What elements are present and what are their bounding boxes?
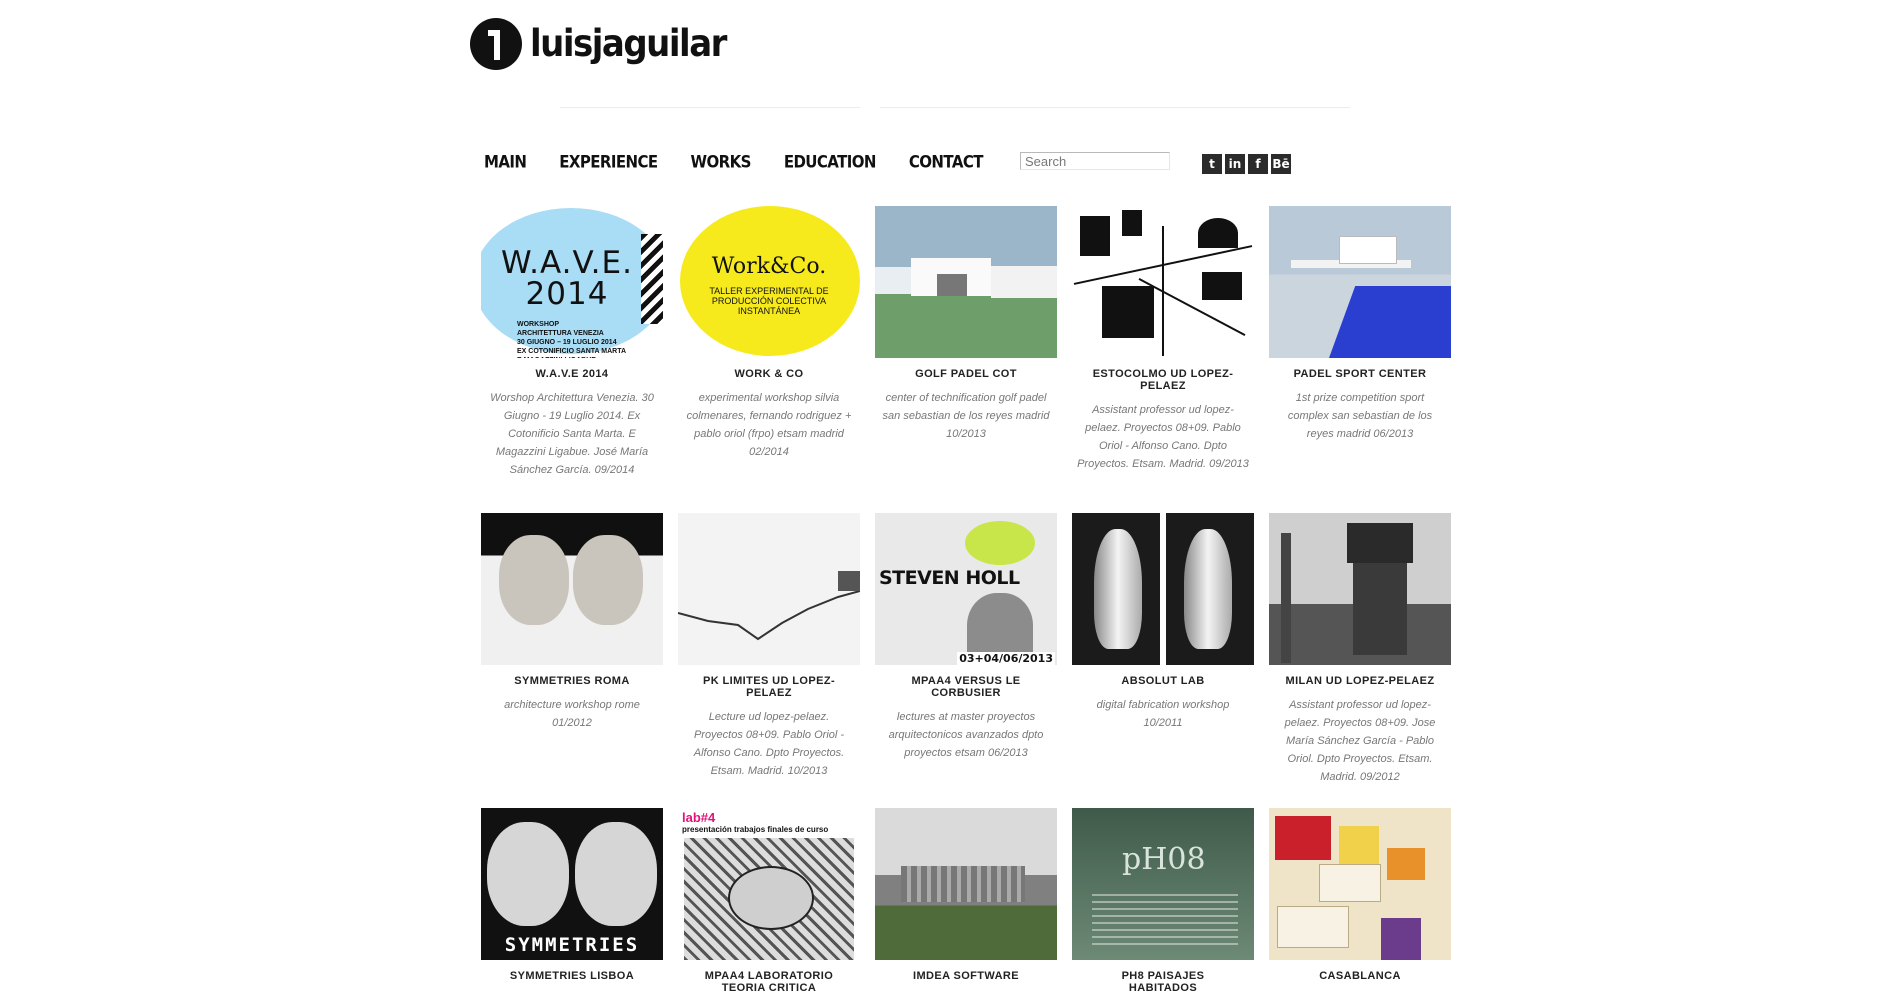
- divider: [880, 107, 1350, 108]
- search-input[interactable]: [1020, 152, 1170, 170]
- work-item[interactable]: PADEL SPORT CENTER 1st prize competition…: [1269, 206, 1451, 513]
- divider: [560, 107, 860, 108]
- work-description: Assistant professor ud lopez-pelaez. Pro…: [1284, 699, 1436, 783]
- work-title[interactable]: MPAA4 LABORATORIO TEORIA CRITICA: [694, 970, 844, 994]
- thumb-symmetries-caption: SYMMETRIES: [504, 934, 640, 956]
- nav-experience[interactable]: EXPERIENCE: [559, 152, 658, 173]
- work-thumbnail[interactable]: [1269, 513, 1451, 665]
- work-thumbnail[interactable]: SYMMETRIES: [481, 808, 663, 960]
- thumb-workco-subtitle: TALLER EXPERIMENTAL DE PRODUCCIÓN COLECT…: [709, 286, 829, 316]
- behance-icon[interactable]: Bē: [1271, 154, 1291, 174]
- thumb-lab-title: lab#4: [682, 810, 716, 825]
- thumb-wave-subtitle: WORKSHOP ARCHITETTURA VENEZIA 30 GIUGNO …: [517, 321, 627, 358]
- work-thumbnail[interactable]: [481, 513, 663, 665]
- work-item[interactable]: SYMMETRIES ROMA architecture workshop ro…: [481, 513, 663, 808]
- thumb-lab-subtitle: presentación trabajos finales de curso: [682, 825, 829, 834]
- thumb-mpaa-title: STEVEN HOLL: [879, 567, 1020, 589]
- work-description: Lecture ud lopez-pelaez. Proyectos 08+09…: [693, 711, 845, 777]
- thumb-wave-title: W.A.V.E. 2014: [501, 245, 633, 312]
- work-thumbnail[interactable]: [678, 513, 860, 665]
- work-thumbnail[interactable]: [1072, 513, 1254, 665]
- work-thumbnail[interactable]: STEVEN HOLL 03+04/06/2013: [875, 513, 1057, 665]
- thumb-ph8-title: pH08: [1122, 842, 1206, 877]
- nav-works[interactable]: WORKS: [691, 152, 752, 173]
- work-thumbnail[interactable]: lab#4 presentación trabajos finales de c…: [678, 808, 860, 960]
- work-thumbnail[interactable]: W.A.V.E. 2014 WORKSHOP ARCHITETTURA VENE…: [481, 206, 663, 358]
- works-grid: W.A.V.E. 2014 WORKSHOP ARCHITETTURA VENE…: [481, 206, 1451, 994]
- nav-main[interactable]: MAIN: [484, 152, 527, 173]
- work-title[interactable]: WORK & CO: [694, 368, 844, 380]
- work-thumbnail[interactable]: [875, 808, 1057, 960]
- work-item[interactable]: ESTOCOLMO UD LOPEZ-PELAEZ Assistant prof…: [1072, 206, 1254, 513]
- work-item[interactable]: Work&Co. TALLER EXPERIMENTAL DE PRODUCCI…: [678, 206, 860, 513]
- work-description: digital fabrication workshop 10/2011: [1096, 699, 1230, 729]
- work-description: lectures at master proyectos arquitecton…: [888, 711, 1044, 759]
- work-item[interactable]: SYMMETRIES SYMMETRIES LISBOA: [481, 808, 663, 994]
- twitter-icon[interactable]: t: [1202, 154, 1222, 174]
- work-thumbnail[interactable]: [1269, 206, 1451, 358]
- social-links: t in f Bē: [1202, 154, 1291, 174]
- work-thumbnail[interactable]: [1072, 206, 1254, 358]
- work-title[interactable]: ABSOLUT LAB: [1088, 675, 1238, 687]
- page: luisjaguilar MAIN EXPERIENCE WORKS EDUCA…: [0, 0, 1896, 994]
- work-description: Assistant professor ud lopez-pelaez. Pro…: [1077, 404, 1249, 470]
- work-item[interactable]: PK LIMITES UD LOPEZ-PELAEZ Lecture ud lo…: [678, 513, 860, 808]
- work-item[interactable]: IMDEA SOFTWARE: [875, 808, 1057, 994]
- work-title[interactable]: SYMMETRIES ROMA: [497, 675, 647, 687]
- thumb-mpaa-date: 03+04/06/2013: [957, 652, 1055, 665]
- work-description: Worshop Architettura Venezia. 30 Giugno …: [490, 392, 654, 476]
- work-title[interactable]: IMDEA SOFTWARE: [891, 970, 1041, 982]
- work-description: experimental workshop silvia colmenares,…: [686, 392, 852, 458]
- work-title[interactable]: GOLF PADEL COT: [891, 368, 1041, 380]
- work-title[interactable]: CASABLANCA: [1285, 970, 1435, 982]
- work-title[interactable]: SYMMETRIES LISBOA: [497, 970, 647, 982]
- thumb-workco-title: Work&Co.: [711, 254, 827, 279]
- work-thumbnail[interactable]: pH08: [1072, 808, 1254, 960]
- work-title[interactable]: ESTOCOLMO UD LOPEZ-PELAEZ: [1088, 368, 1238, 392]
- work-thumbnail[interactable]: Work&Co. TALLER EXPERIMENTAL DE PRODUCCI…: [678, 206, 860, 358]
- work-title[interactable]: PK LIMITES UD LOPEZ-PELAEZ: [694, 675, 844, 699]
- work-description: 1st prize competition sport complex san …: [1287, 392, 1433, 440]
- work-description: center of technification golf padel san …: [882, 392, 1050, 440]
- work-thumbnail[interactable]: [875, 206, 1057, 358]
- work-item[interactable]: CASABLANCA: [1269, 808, 1451, 994]
- logo-mark-icon: [470, 18, 522, 70]
- work-item[interactable]: ABSOLUT LAB digital fabrication workshop…: [1072, 513, 1254, 808]
- work-thumbnail[interactable]: [1269, 808, 1451, 960]
- work-item[interactable]: STEVEN HOLL 03+04/06/2013 MPAA4 VERSUS L…: [875, 513, 1057, 808]
- works-row: W.A.V.E. 2014 WORKSHOP ARCHITETTURA VENE…: [481, 206, 1451, 513]
- work-item[interactable]: MILAN UD LOPEZ-PELAEZ Assistant professo…: [1269, 513, 1451, 808]
- work-item[interactable]: pH08 PH8 PAISAJES HABITADOS: [1072, 808, 1254, 994]
- work-title[interactable]: PADEL SPORT CENTER: [1285, 368, 1435, 380]
- nav-education[interactable]: EDUCATION: [784, 152, 877, 173]
- work-title[interactable]: MPAA4 VERSUS LE CORBUSIER: [891, 675, 1041, 699]
- work-item[interactable]: lab#4 presentación trabajos finales de c…: [678, 808, 860, 994]
- nav-contact[interactable]: CONTACT: [909, 152, 984, 173]
- works-row: SYMMETRIES ROMA architecture workshop ro…: [481, 513, 1451, 808]
- work-title[interactable]: PH8 PAISAJES HABITADOS: [1088, 970, 1238, 994]
- linkedin-icon[interactable]: in: [1225, 154, 1245, 174]
- works-row: SYMMETRIES SYMMETRIES LISBOA lab#4 prese…: [481, 808, 1451, 994]
- work-title[interactable]: MILAN UD LOPEZ-PELAEZ: [1285, 675, 1435, 687]
- site-logo[interactable]: luisjaguilar: [470, 18, 727, 70]
- facebook-icon[interactable]: f: [1248, 154, 1268, 174]
- site-name: luisjaguilar: [530, 22, 727, 66]
- work-title[interactable]: W.A.V.E 2014: [497, 368, 647, 380]
- main-nav: MAIN EXPERIENCE WORKS EDUCATION CONTACT: [484, 152, 1016, 173]
- work-item[interactable]: GOLF PADEL COT center of technification …: [875, 206, 1057, 513]
- work-item[interactable]: W.A.V.E. 2014 WORKSHOP ARCHITETTURA VENE…: [481, 206, 663, 513]
- work-description: architecture workshop rome 01/2012: [504, 699, 640, 729]
